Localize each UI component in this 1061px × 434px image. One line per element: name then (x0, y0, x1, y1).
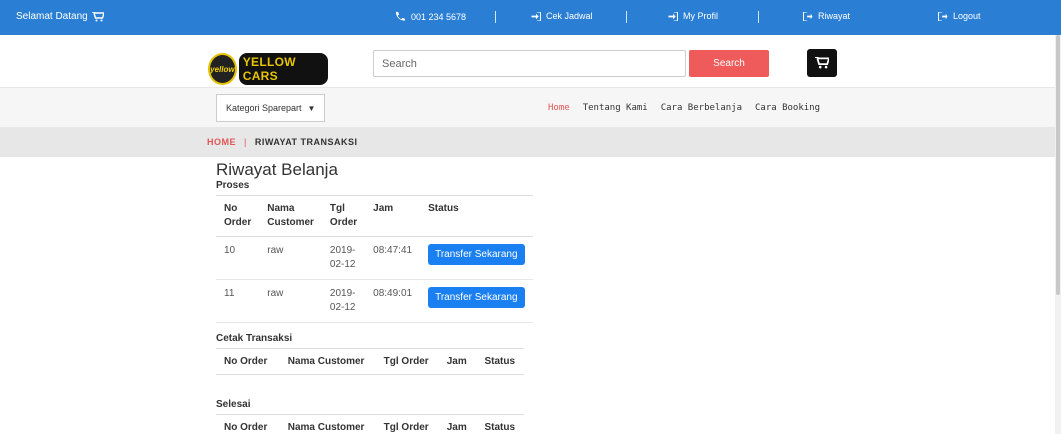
my-profil-link[interactable]: My Profil (668, 11, 718, 21)
scrollbar-thumb[interactable] (1056, 35, 1060, 295)
table-header-row: No Order Nama Customer Tgl Order Jam Sta… (216, 195, 533, 237)
sign-in-icon (668, 11, 678, 21)
nav-tentang-kami[interactable]: Tentang Kami (583, 103, 648, 113)
breadcrumb-bar: HOME | RIWAYAT TRANSAKSI (0, 127, 1061, 157)
cell-tgl: 2019-02-12 (321, 279, 366, 323)
nav-cara-booking[interactable]: Cara Booking (755, 103, 820, 113)
cek-jadwal-link[interactable]: Cek Jadwal (531, 11, 593, 21)
divider (758, 11, 759, 23)
breadcrumb-current: RIWAYAT TRANSAKSI (254, 137, 358, 147)
welcome-text: Selamat Datang (16, 11, 104, 22)
col-nama-customer: Nama Customer (277, 348, 375, 375)
transfer-sekarang-button[interactable]: Transfer Sekarang (428, 244, 525, 265)
cell-no-order: 11 (216, 279, 260, 323)
page-scrollbar[interactable] (1055, 35, 1061, 434)
breadcrumb: HOME | RIWAYAT TRANSAKSI (207, 137, 358, 147)
cart-button[interactable] (807, 49, 837, 77)
sign-out-icon (938, 11, 948, 21)
cell-jam: 08:49:01 (365, 279, 421, 323)
nav-cara-berbelanja[interactable]: Cara Berbelanja (661, 103, 742, 113)
col-no-order: No Order (216, 195, 260, 237)
breadcrumb-home[interactable]: HOME (207, 137, 236, 147)
logo-badge: yellow (208, 53, 237, 85)
col-nama-customer: Nama Customer (259, 195, 322, 237)
cetak-table: No Order Nama Customer Tgl Order Jam Sta… (216, 348, 524, 393)
caret-down-icon: ▼ (307, 103, 316, 113)
col-status: Status (475, 348, 524, 375)
logout-link[interactable]: Logout (938, 11, 981, 21)
sign-out-icon (803, 11, 813, 21)
divider (495, 11, 496, 23)
col-status: Status (420, 195, 533, 237)
main-content: Riwayat Belanja Proses No Order Nama Cus… (216, 160, 533, 434)
search-input[interactable] (373, 50, 686, 77)
table-row: 10 raw 2019-02-12 08:47:41 Transfer Seka… (216, 236, 533, 280)
divider (626, 11, 627, 23)
col-jam: Jam (437, 348, 476, 375)
col-jam: Jam (437, 413, 476, 434)
kategori-dropdown[interactable]: Kategori Sparepart ▼ (216, 94, 325, 122)
cart-icon (91, 11, 104, 21)
site-logo[interactable]: yellow YELLOW CARS (208, 52, 328, 86)
cell-jam: 08:47:41 (365, 236, 421, 280)
search-button[interactable]: Search (689, 50, 769, 77)
proses-table: No Order Nama Customer Tgl Order Jam Sta… (216, 195, 533, 323)
section-title-selesai: Selesai (216, 398, 251, 410)
transfer-sekarang-button[interactable]: Transfer Sekarang (428, 287, 525, 308)
cart-icon (815, 57, 829, 69)
selesai-table: No Order Nama Customer Tgl Order Jam Sta… (216, 413, 524, 434)
col-tgl-order: Tgl Order (321, 195, 366, 237)
cell-nama: raw (259, 279, 322, 323)
cell-status: Transfer Sekarang (420, 279, 533, 323)
cell-status: Transfer Sekarang (420, 236, 533, 280)
table-header-row: No Order Nama Customer Tgl Order Jam Sta… (216, 413, 524, 434)
riwayat-link[interactable]: Riwayat (803, 11, 850, 21)
logo-text: YELLOW CARS (238, 53, 328, 85)
section-title-cetak: Cetak Transaksi (216, 333, 293, 344)
nav-bar: Kategori Sparepart ▼ Home Tentang Kami C… (0, 87, 1061, 127)
col-tgl-order: Tgl Order (374, 413, 438, 434)
nav-home[interactable]: Home (548, 103, 570, 113)
col-jam: Jam (365, 195, 421, 237)
phone-item[interactable]: 001 234 5678 (394, 11, 466, 22)
table-row: 11 raw 2019-02-12 08:49:01 Transfer Seka… (216, 279, 533, 323)
cell-tgl: 2019-02-12 (321, 236, 366, 280)
breadcrumb-separator: | (244, 137, 247, 147)
empty-row (216, 375, 524, 393)
cell-no-order: 10 (216, 236, 260, 280)
table-header-row: No Order Nama Customer Tgl Order Jam Sta… (216, 348, 524, 375)
cell-nama: raw (259, 236, 322, 280)
col-tgl-order: Tgl Order (374, 348, 438, 375)
sign-in-icon (531, 11, 541, 21)
site-header: yellow YELLOW CARS Search (0, 35, 1061, 87)
section-title-proses: Proses (216, 180, 250, 191)
col-no-order: No Order (216, 348, 278, 375)
phone-icon (395, 11, 406, 21)
page-title: Riwayat Belanja (216, 160, 338, 179)
col-status: Status (475, 413, 524, 434)
col-nama-customer: Nama Customer (277, 413, 375, 434)
top-bar: Selamat Datang 001 234 5678 Cek Jadwal M… (0, 0, 1061, 35)
col-no-order: No Order (216, 413, 278, 434)
main-nav: Home Tentang Kami Cara Berbelanja Cara B… (548, 103, 820, 113)
